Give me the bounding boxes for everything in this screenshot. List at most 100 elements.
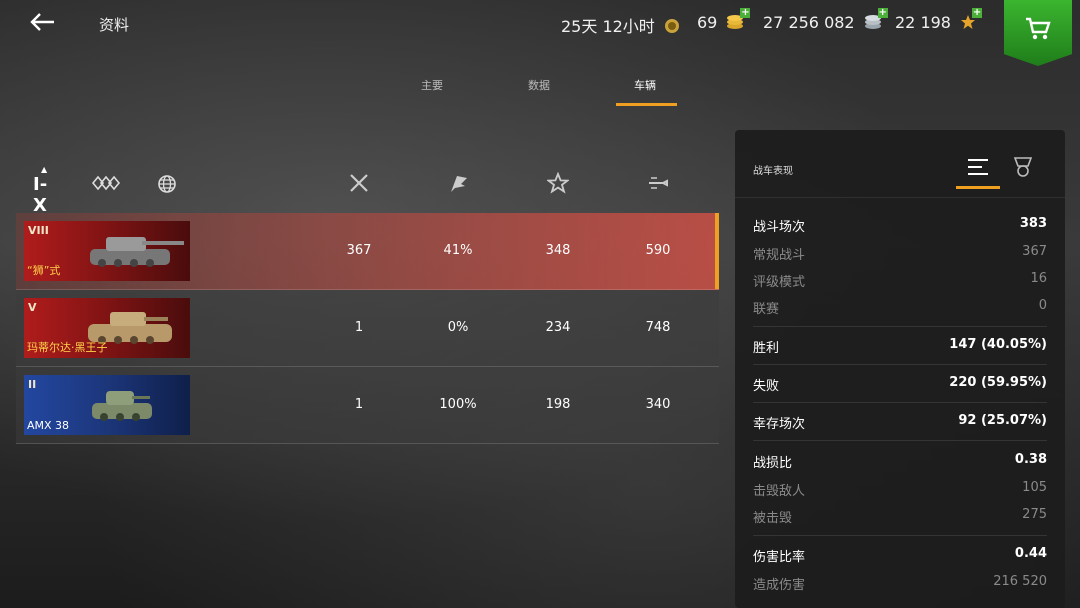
stat-row-damage-ratio: 伤害比率 0.44 (753, 542, 1047, 568)
globe-icon[interactable] (157, 174, 177, 198)
stat-label: 伤害比率 (753, 550, 806, 565)
vehicle-type-filter-icon[interactable] (91, 174, 121, 196)
victory-flag-icon[interactable] (447, 172, 469, 198)
tank-name: 玛蒂尔达·黑王子 (27, 341, 108, 354)
credits-balance[interactable]: 27 256 082 + (763, 7, 888, 34)
tank-name: “狮”式 (27, 264, 61, 277)
tab-statistics[interactable]: 数据 (528, 77, 550, 93)
panel-tab-indicator (956, 186, 1000, 189)
list-icon[interactable] (956, 152, 1000, 184)
stat-value: 147 (40.05%) (949, 337, 1047, 352)
shop-button[interactable] (1004, 0, 1072, 66)
tank-card: V 玛蒂尔达·黑王子 (24, 298, 190, 358)
stat-value: 0.44 (1014, 546, 1047, 561)
tank-name: AMX 38 (27, 419, 70, 432)
divider (753, 364, 1047, 365)
stat-label: 常规战斗 (753, 248, 806, 263)
divider (753, 402, 1047, 403)
avg-damage-value: 340 (645, 397, 671, 412)
avg-damage-value: 590 (645, 243, 671, 258)
win-rate-value: 100% (439, 397, 477, 412)
divider (735, 197, 1065, 198)
battles-value: 1 (354, 320, 364, 335)
avg-xp-value: 348 (545, 243, 571, 258)
stat-row-victories: 胜利 147 (40.05%) (753, 333, 1047, 359)
vehicle-row[interactable]: V 玛蒂尔达·黑王子 1 0% 234 748 (16, 290, 719, 367)
damage-shell-icon[interactable] (647, 172, 669, 198)
tank-card: II AMX 38 (24, 375, 190, 435)
avg-xp-value: 234 (545, 320, 571, 335)
stat-value: 367 (1022, 244, 1047, 259)
stat-row-destroyed: 被击毁 275 (753, 503, 1047, 529)
premium-laurel-icon (664, 18, 680, 38)
stat-value: 0 (1038, 298, 1047, 313)
stat-value: 383 (1019, 216, 1047, 231)
stat-row-damage-dealt: 造成伤害 216 520 (753, 570, 1047, 596)
stat-value: 92 (25.07%) (958, 413, 1047, 428)
divider (753, 326, 1047, 327)
tank-image (90, 237, 184, 267)
stat-row-league: 联赛 0 (753, 294, 1047, 320)
stat-row-kd-ratio: 战损比 0.38 (753, 448, 1047, 474)
add-gold-icon[interactable]: + (740, 7, 751, 18)
divider (753, 440, 1047, 441)
gold-value: 69 (697, 13, 718, 32)
star-xp-icon: + (960, 7, 983, 34)
award-icon[interactable] (1001, 152, 1045, 184)
stat-row-battles: 战斗场次 383 (753, 212, 1047, 238)
tier-filter-label: I-X (33, 174, 48, 216)
stat-row-defeats: 失败 220 (59.95%) (753, 371, 1047, 397)
stat-label: 幸存场次 (753, 417, 806, 432)
stat-label: 被击毁 (753, 511, 793, 526)
battles-value: 367 (346, 243, 372, 258)
stat-label: 胜利 (753, 341, 780, 356)
premium-time[interactable]: 25天 12小时 (561, 13, 680, 38)
stat-label: 失败 (753, 379, 780, 394)
gold-coins-icon: + (726, 7, 751, 34)
vehicle-row[interactable]: VIII “狮”式 367 41% 348 590 (16, 213, 719, 290)
page-title: 资料 (99, 16, 130, 34)
stat-label: 击毁敌人 (753, 484, 806, 499)
premium-time-value: 25天 12小时 (561, 17, 655, 36)
avg-damage-value: 748 (645, 320, 671, 335)
tab-main[interactable]: 主要 (421, 77, 443, 93)
star-icon[interactable] (545, 171, 571, 198)
top-bar: 资料 25天 12小时 69 + 27 256 082 + 22 198 + (0, 0, 1080, 66)
active-tab-indicator (616, 103, 677, 106)
tab-vehicles[interactable]: 车辆 (634, 77, 656, 93)
tank-image (92, 391, 152, 421)
avg-xp-value: 198 (545, 397, 571, 412)
free-xp-balance[interactable]: 22 198 + (895, 7, 983, 34)
back-arrow-icon[interactable] (28, 10, 56, 34)
add-xp-icon[interactable]: + (972, 7, 983, 18)
tier-label: VIII (28, 224, 49, 237)
battles-value: 1 (354, 397, 364, 412)
win-rate-value: 0% (447, 320, 469, 335)
stat-label: 联赛 (753, 302, 780, 317)
panel-title: 战车表现 (753, 166, 793, 177)
stat-label: 战损比 (753, 456, 793, 471)
stat-row-regular: 常规战斗 367 (753, 240, 1047, 266)
stat-value: 275 (1022, 507, 1047, 522)
battles-swords-icon[interactable] (348, 172, 370, 198)
stat-row-kills: 击毁敌人 105 (753, 476, 1047, 502)
gold-balance[interactable]: 69 + (697, 7, 751, 34)
divider (753, 535, 1047, 536)
credits-value: 27 256 082 (763, 13, 855, 32)
credits-icon: + (864, 7, 888, 34)
stat-value: 0.38 (1014, 452, 1047, 467)
stat-value: 16 (1030, 271, 1047, 286)
stat-value: 105 (1022, 480, 1047, 495)
stat-row-survived: 幸存场次 92 (25.07%) (753, 409, 1047, 435)
free-xp-value: 22 198 (895, 13, 951, 32)
vehicle-row[interactable]: II AMX 38 1 100% 198 340 (16, 367, 719, 444)
tier-label: II (28, 378, 37, 391)
stat-value: 220 (59.95%) (949, 375, 1047, 390)
tank-card: VIII “狮”式 (24, 221, 190, 281)
tier-filter[interactable]: ▲ I-X (33, 165, 48, 216)
add-credits-icon[interactable]: + (877, 7, 888, 18)
win-rate-value: 41% (443, 243, 473, 258)
stat-label: 战斗场次 (753, 220, 806, 235)
tier-label: V (28, 301, 37, 314)
cart-icon (1026, 17, 1051, 40)
